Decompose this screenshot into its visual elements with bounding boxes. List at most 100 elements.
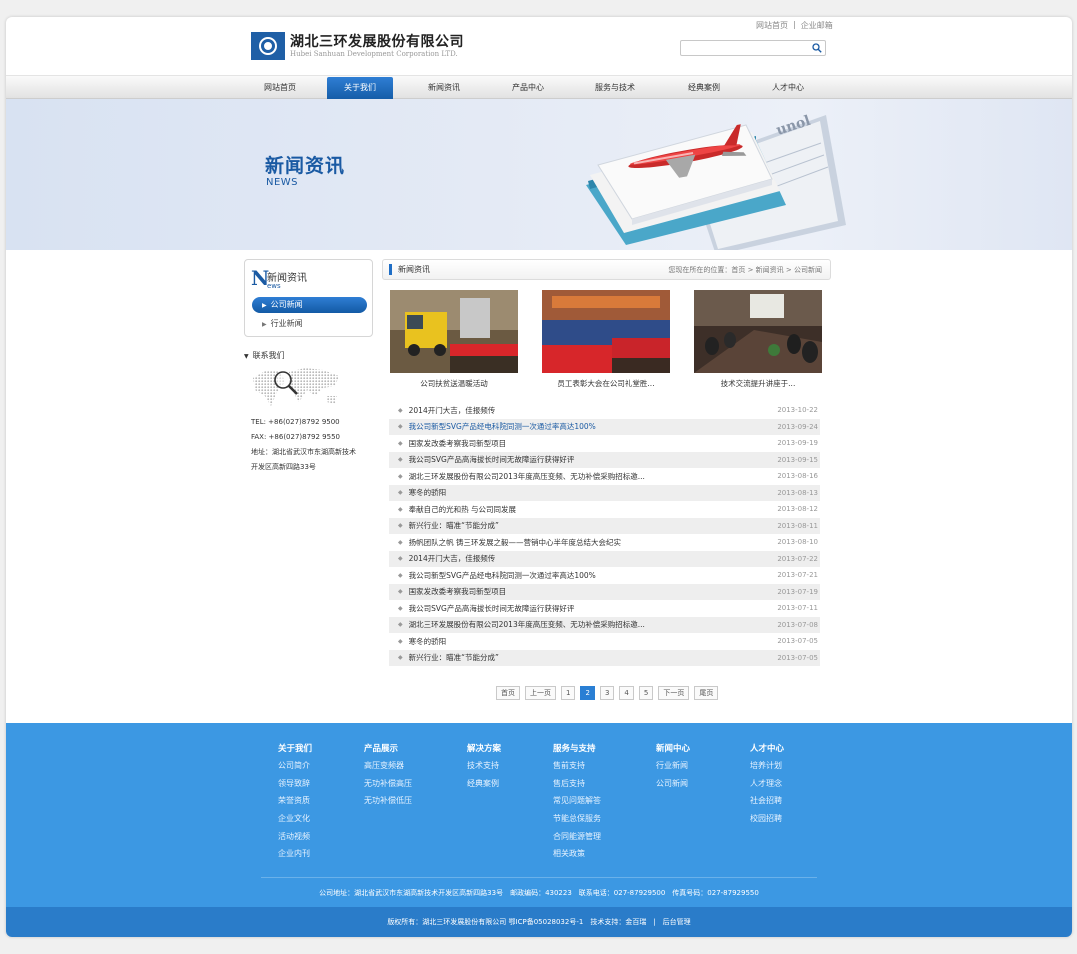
news-row[interactable]: ◆ 我公司SVG产品高海拔长时间无故障运行获得好评 2013-07-11 [389,600,820,617]
news-row[interactable]: ◆ 奉献自己的光和热 与公司同发展 2013-08-12 [389,501,820,518]
news-row[interactable]: ◆ 新兴行业：瞄准“节能分成” 2013-08-11 [389,517,820,534]
news-row[interactable]: ◆ 寒冬的骄阳 2013-07-05 [389,633,820,650]
news-title[interactable]: 我公司新型SVG产品经电科院同测一次通过率高达100% [409,570,772,581]
news-row[interactable]: ◆ 国家发改委考察我司新型项目 2013-09-19 [389,435,820,452]
footer-column-title[interactable]: 人才中心 [750,742,784,760]
pager-page-1-button[interactable]: 1 [561,686,576,700]
pager-page-3-button[interactable]: 3 [599,686,615,700]
pager-page-5-button[interactable]: 5 [638,686,654,700]
footer-link[interactable]: 企业内刊 [278,848,312,866]
footer-column-title[interactable]: 解决方案 [467,742,501,760]
pager-page-4-button[interactable]: 4 [619,686,634,700]
nav-about[interactable]: 关于我们 [327,77,393,99]
search-icon[interactable] [812,43,822,53]
sidebar-item-company-news[interactable]: ▶ 公司新闻 [252,297,367,313]
triangle-right-icon: ▶ [262,302,267,309]
footer-link[interactable]: 高压变频器 [364,760,412,778]
news-photo-2[interactable] [542,290,670,373]
footer-column-title[interactable]: 关于我们 [278,742,312,760]
footer-link[interactable]: 人才理念 [750,778,784,796]
news-row[interactable]: ◆ 国家发改委考察我司新型项目 2013-07-19 [389,583,820,600]
bullet-icon: ◆ [398,505,403,513]
footer-column-title[interactable]: 新闻中心 [656,742,690,760]
footer-link[interactable]: 社会招聘 [750,795,784,813]
footer-link[interactable]: 行业新闻 [656,760,690,778]
nav-home[interactable]: 网站首页 [247,76,313,99]
news-row[interactable]: ◆ 我公司新型SVG产品经电科院同测一次通过率高达100% 2013-09-24 [389,418,820,435]
pager-prev-button[interactable]: 上一页 [525,686,556,700]
footer-link[interactable]: 活动视频 [278,831,312,849]
news-title[interactable]: 2014开门大吉，佳报频传 [409,405,772,416]
nav-news[interactable]: 新闻资讯 [411,76,477,99]
footer-link[interactable]: 公司简介 [278,760,312,778]
news-row[interactable]: ◆ 新兴行业：瞄准“节能分成” 2013-07-05 [389,649,820,666]
footer-link[interactable]: 节能总保服务 [553,813,601,831]
footer-link[interactable]: 企业文化 [278,813,312,831]
banner-subtitle: NEWS [266,177,299,188]
footer-link[interactable]: 售前支持 [553,760,601,778]
top-link-mail[interactable]: 企业邮箱 [801,20,833,31]
news-photo-caption-2[interactable]: 员工表彰大会在公司礼堂胜... [542,378,670,389]
footer-link[interactable]: 校园招聘 [750,813,784,831]
pager-page-2-button[interactable]: 2 [580,686,595,700]
news-title[interactable]: 我公司SVG产品高海拔长时间无故障运行获得好评 [409,603,772,614]
news-title[interactable]: 寒冬的骄阳 [409,636,772,647]
pager-last-button[interactable]: 尾页 [694,686,719,700]
breadcrumb[interactable]: 您现在所在的位置：首页 > 新闻资讯 > 公司新闻 [668,265,822,275]
news-photo-3[interactable] [694,290,822,373]
news-row[interactable]: ◆ 我公司SVG产品高海拔长时间无故障运行获得好评 2013-09-15 [389,451,820,468]
footer-link[interactable]: 无功补偿高压 [364,778,412,796]
bullet-icon: ◆ [398,571,403,579]
footer-link[interactable]: 经典案例 [467,778,501,796]
news-title[interactable]: 国家发改委考察我司新型项目 [409,438,772,449]
pager-next-button[interactable]: 下一页 [658,686,690,700]
footer-link[interactable]: 公司新闻 [656,778,690,796]
news-date: 2013-07-05 [777,653,818,662]
footer-link[interactable]: 技术支持 [467,760,501,778]
news-photo-caption-3[interactable]: 技术交流提升讲座于... [694,378,822,389]
news-row[interactable]: ◆ 扬帆团队之帆 铸三环发展之毅——营销中心半年度总结大会纪实 2013-08-10 [389,534,820,551]
top-link-home[interactable]: 网站首页 [756,20,788,31]
news-title[interactable]: 奉献自己的光和热 与公司同发展 [409,504,772,515]
news-title[interactable]: 寒冬的骄阳 [409,487,772,498]
news-row[interactable]: ◆ 湖北三环发展股份有限公司2013年度高压变频、无功补偿采购招标邀... 2013… [389,616,820,633]
footer-column-title[interactable]: 服务与支持 [553,742,601,760]
footer-column-title[interactable]: 产品展示 [364,742,412,760]
news-photo-1[interactable] [390,290,518,373]
nav-careers[interactable]: 人才中心 [755,76,821,99]
footer-link[interactable]: 相关政策 [553,848,601,866]
news-title[interactable]: 国家发改委考察我司新型项目 [409,586,772,597]
news-row[interactable]: ◆ 2014开门大吉，佳报频传 2013-10-22 [389,402,820,419]
news-title[interactable]: 湖北三环发展股份有限公司2013年度高压变频、无功补偿采购招标邀... [409,619,772,630]
news-row[interactable]: ◆ 湖北三环发展股份有限公司2013年度高压变频、无功补偿采购招标邀... 2013… [389,468,820,485]
sidebar-item-industry-news[interactable]: ▶ 行业新闻 [252,316,367,332]
nav-cases[interactable]: 经典案例 [671,76,737,99]
footer-link[interactable]: 无功补偿低压 [364,795,412,813]
footer-link[interactable]: 领导致辞 [278,778,312,796]
footer-link[interactable]: 培养计划 [750,760,784,778]
news-row[interactable]: ◆ 我公司新型SVG产品经电科院同测一次通过率高达100% 2013-07-21 [389,567,820,584]
search-input[interactable] [684,41,810,55]
news-photo-caption-1[interactable]: 公司扶贫送温暖活动 [390,378,518,389]
footer-link[interactable]: 荣誉资质 [278,795,312,813]
news-title[interactable]: 我公司SVG产品高海拔长时间无故障运行获得好评 [409,454,772,465]
footer-link[interactable]: 常见问题解答 [553,795,601,813]
footer-column: 解决方案 技术支持 经典案例 [467,742,501,795]
news-row[interactable]: ◆ 寒冬的骄阳 2013-08-13 [389,484,820,501]
footer-link[interactable]: 合同能源管理 [553,831,601,849]
news-title[interactable]: 湖北三环发展股份有限公司2013年度高压变频、无功补偿采购招标邀... [409,471,772,482]
news-title[interactable]: 2014开门大吉，佳报频传 [409,553,772,564]
site-logo[interactable]: 湖北三环发展股份有限公司 Hubei Sanhuan Development C… [251,32,464,60]
pager-first-button[interactable]: 首页 [496,686,520,700]
news-title[interactable]: 我公司新型SVG产品经电科院同测一次通过率高达100% [409,421,772,432]
nav-service[interactable]: 服务与技术 [582,76,648,99]
footer-link[interactable]: 售后支持 [553,778,601,796]
news-title[interactable]: 新兴行业：瞄准“节能分成” [409,520,772,531]
bullet-icon: ◆ [398,654,403,662]
triangle-down-icon: ▼ [244,353,249,360]
news-title[interactable]: 扬帆团队之帆 铸三环发展之毅——营销中心半年度总结大会纪实 [409,537,772,548]
nav-products[interactable]: 产品中心 [495,76,561,99]
news-row[interactable]: ◆ 2014开门大吉，佳报频传 2013-07-22 [389,550,820,567]
page-frame: 湖北三环发展股份有限公司 Hubei Sanhuan Development C… [6,17,1072,937]
news-title[interactable]: 新兴行业：瞄准“节能分成” [409,652,772,663]
